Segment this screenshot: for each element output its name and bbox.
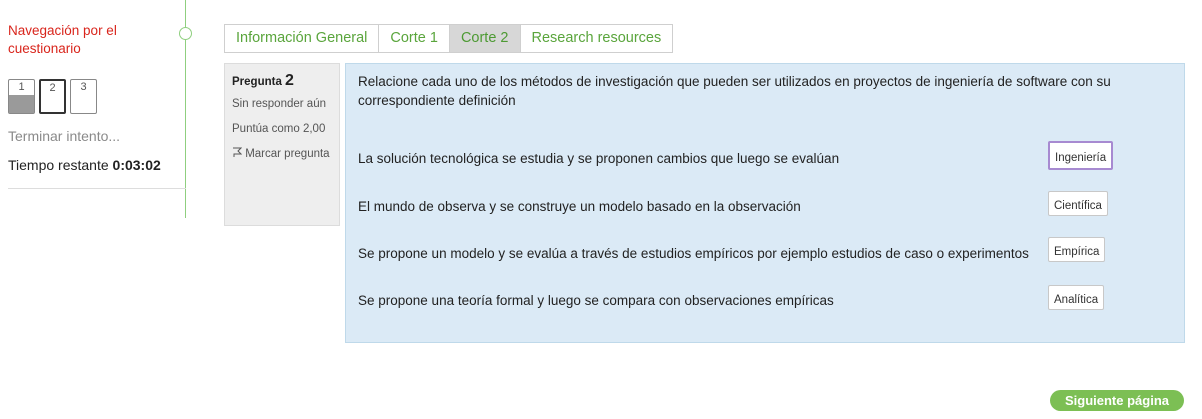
- tab-corte-1[interactable]: Corte 1: [379, 25, 450, 52]
- question-number: Pregunta 2: [232, 72, 332, 91]
- answer-select-4[interactable]: Analítica: [1048, 285, 1105, 310]
- tab-informacion-general[interactable]: Información General: [225, 25, 380, 52]
- flag-question-link[interactable]: Marcar pregunta: [232, 145, 332, 163]
- flag-question-label: Marcar pregunta: [245, 148, 330, 160]
- question-buttons: 1 2 3: [8, 79, 188, 114]
- time-remaining-value: 0:03:02: [112, 157, 161, 173]
- next-page-button[interactable]: Siguiente página: [1050, 390, 1184, 411]
- question-grade: Puntúa como 2,00: [232, 123, 326, 135]
- answered-fill: [9, 94, 34, 113]
- question-label: Pregunta: [232, 76, 282, 88]
- time-remaining-label: Tiempo restante: [8, 157, 109, 173]
- question-text: Relacione cada uno de los métodos de inv…: [358, 74, 1111, 108]
- tab-research-resources[interactable]: Research resources: [520, 25, 673, 52]
- match-row-text: La solución tecnológica se estudia y se …: [358, 151, 840, 166]
- question-state: Sin responder aún: [232, 98, 326, 110]
- match-row-text: El mundo de observa y se construye un mo…: [358, 199, 801, 214]
- question-button-label: 3: [80, 81, 87, 93]
- question-button-2[interactable]: 2: [39, 79, 66, 114]
- answer-select-1[interactable]: Ingeniería: [1048, 141, 1114, 170]
- time-remaining: Tiempo restante 0:03:02: [8, 157, 188, 173]
- match-row-text: Se propone un modelo y se evalúa a travé…: [358, 246, 1029, 261]
- quiz-navigation-title: Navegación por el cuestionario: [8, 23, 117, 56]
- match-row: El mundo de observa y se construye un mo…: [358, 199, 1114, 214]
- match-row: Se propone un modelo y se evalúa a travé…: [358, 246, 1114, 261]
- quiz-navigation: Navegación por el cuestionario 1 2 3 Ter…: [8, 22, 188, 189]
- answer-select-3[interactable]: Empírica: [1048, 237, 1106, 262]
- question-button-1[interactable]: 1: [8, 79, 35, 114]
- match-row: La solución tecnológica se estudia y se …: [358, 151, 1114, 166]
- answer-select-2[interactable]: Científica: [1048, 191, 1108, 216]
- question-content: Relacione cada uno de los métodos de inv…: [345, 63, 1185, 343]
- match-row: Se propone una teoría formal y luego se …: [358, 293, 1114, 308]
- finish-attempt-link[interactable]: Terminar intento...: [8, 128, 188, 144]
- question-number-value: 2: [285, 72, 294, 89]
- question-button-label: 1: [18, 81, 25, 93]
- match-row-text: Se propone una teoría formal y luego se …: [358, 293, 834, 308]
- divider: [8, 188, 186, 189]
- tab-corte-2[interactable]: Corte 2: [449, 25, 521, 52]
- question-info: Pregunta 2 Sin responder aún Puntúa como…: [224, 63, 340, 226]
- question-button-3[interactable]: 3: [70, 79, 97, 114]
- tab-bar: Información General Corte 1 Corte 2 Rese…: [224, 24, 674, 53]
- question-button-label: 2: [49, 82, 56, 94]
- flag-icon: [232, 147, 245, 160]
